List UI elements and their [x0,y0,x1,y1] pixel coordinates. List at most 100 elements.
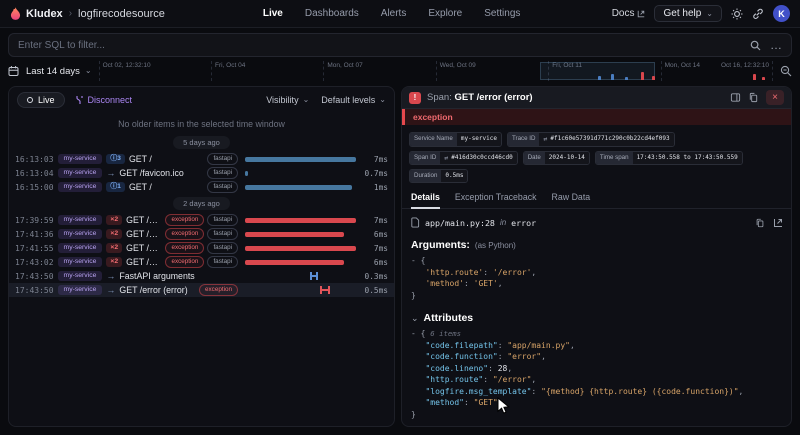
code-token: , [739,387,744,396]
detail-tab-details[interactable]: Details [411,192,440,209]
trace-list: 5 days ago 16:13:03my-serviceⓘ3GET /fasta… [9,133,394,297]
chevron-down-icon: ⌄ [706,10,713,18]
tag-fastapi: fastapi [207,153,238,164]
timeline-histogram-bar [762,77,765,80]
tab-dashboards[interactable]: Dashboards [294,0,370,28]
code-token [411,364,425,373]
code-line: 'method': 'GET', [411,278,782,290]
search-icon[interactable] [750,40,761,51]
sql-filter-input[interactable] [18,40,741,51]
share-link-icon[interactable] [752,8,764,20]
zoom-out-icon[interactable] [780,65,792,77]
code-token: , [531,375,536,384]
detail-tabs: Details Exception Traceback Raw Data [402,186,791,209]
meta-value: ⇄#416d30c0ccd46cd0 [440,152,516,165]
span-meta: Service Namemy-serviceTrace ID⇄#f1c60e57… [402,125,791,186]
get-help-button[interactable]: Get help ⌄ [654,5,722,22]
row-timestamp: 16:13:04 [15,169,54,178]
trace-row[interactable]: 17:43:50my-service→FastAPI arguments0.3m… [9,269,394,283]
row-tags: fastapi [207,167,238,178]
meta-label: Service Name [410,133,457,146]
row-tags: fastapi [207,181,238,192]
detail-tab-exception-traceback[interactable]: Exception Traceback [455,192,537,208]
duration-bar [245,232,344,237]
code-line: } [411,409,782,421]
row-duration: 6ms [363,258,388,267]
code-token: "code.filepath" [425,341,497,350]
detail-tab-raw-data[interactable]: Raw Data [552,192,591,208]
org-name[interactable]: Kludex [26,8,63,20]
disconnect-label: Disconnect [88,95,133,105]
copy-link-icon[interactable] [748,92,759,103]
code-token [411,352,425,361]
tab-alerts[interactable]: Alerts [370,0,418,28]
logfire-flame-icon [10,7,21,20]
source-location-row[interactable]: app/main.py:28 in error [410,217,783,228]
close-icon: × [772,93,778,103]
theme-toggle-icon[interactable] [731,8,743,20]
visibility-dropdown[interactable]: Visibility ⌄ [266,95,309,105]
trace-row[interactable]: 17:41:36my-service×2GET /errorexceptionf… [9,227,394,241]
duration-bar [245,218,356,223]
trace-row[interactable]: 16:15:00my-serviceⓘ1GET /fastapi1ms [9,180,394,194]
timeline-histogram-bar [598,76,601,80]
no-older-items-message: No older items in the selected time wind… [9,119,394,129]
service-badge: my-service [58,271,103,282]
user-avatar[interactable]: K [773,5,790,22]
project-name[interactable]: logfirecodesource [78,8,165,20]
attributes-section-header[interactable]: ⌄ Attributes [411,312,782,324]
code-token: } [411,410,416,419]
code-line: "logfire.msg_template": "{method} {http.… [411,386,782,398]
meta-label: Trace ID [508,133,540,146]
trace-row[interactable]: 16:13:04my-service→GET /favicon.icofasta… [9,166,394,180]
code-line: "code.function": "error", [411,351,782,363]
timeline-track[interactable]: Oct 02, 12:32:10Fri, Oct 04Mon, Oct 07We… [99,61,773,81]
trace-row[interactable]: 17:43:50my-service→GET /error (error)exc… [9,283,394,297]
code-token: 28 [498,364,508,373]
id-swap-icon: ⇄ [444,155,448,162]
exception-banner: exception [402,109,791,125]
tab-explore[interactable]: Explore [417,0,473,28]
close-panel-button[interactable]: × [766,90,784,105]
service-badge: my-service [58,154,103,165]
meta-badge-time-span: Time span17:43:50.558 to 17:43:50.559 [595,151,743,166]
trace-row[interactable]: 17:41:55my-service×2GET /errorexceptionf… [9,241,394,255]
trace-list-header: Live Disconnect Visibility ⌄ Default lev… [9,87,394,113]
code-token: : [531,387,541,396]
trace-row[interactable]: 16:13:03my-serviceⓘ3GET /fastapi7ms [9,152,394,166]
code-token: , [541,352,546,361]
tab-live[interactable]: Live [252,0,294,28]
docs-link[interactable]: Docs [612,8,646,19]
code-token [411,375,425,384]
trace-row[interactable]: 17:43:02my-service×2GET /errorexceptionf… [9,255,394,269]
get-help-label: Get help [663,8,701,19]
service-badge: my-service [58,215,103,226]
meta-value: 0.5ms [441,170,467,182]
open-source-icon[interactable] [773,218,783,228]
attributes-code: - { 6 items "code.filepath": "app/main.p… [411,328,782,420]
duration-bar [245,185,352,190]
trace-row[interactable]: 17:39:59my-service×2GET /errorexceptionf… [9,213,394,227]
row-timestamp: 16:15:00 [15,183,54,192]
duration-bar [245,260,344,265]
copy-icon[interactable] [755,218,765,228]
live-button[interactable]: Live [17,92,65,108]
time-range-dropdown[interactable]: Last 14 days ⌄ [26,66,92,77]
nav-right: Docs Get help ⌄ K [612,5,790,22]
meta-badge-duration: Duration0.5ms [409,169,468,183]
time-separator-label: 5 days ago [173,136,230,149]
meta-label: Date [524,152,545,165]
tag-fastapi: fastapi [207,214,238,225]
span-detail-panel: ! Span: GET /error (error) × exception [401,86,792,427]
tab-settings[interactable]: Settings [473,0,531,28]
duration-bar-track [245,228,359,240]
levels-dropdown[interactable]: Default levels ⌄ [321,95,386,105]
source-in-word: in [500,218,506,227]
dock-panel-icon[interactable] [730,92,741,103]
more-options-icon[interactable]: … [770,39,782,51]
span-detail-title: Span: GET /error (error) [427,92,533,103]
child-arrow-icon: → [106,286,115,295]
disconnect-button[interactable]: Disconnect [75,95,133,105]
code-token [411,387,425,396]
breadcrumb: Kludex › logfirecodesource [10,7,165,20]
